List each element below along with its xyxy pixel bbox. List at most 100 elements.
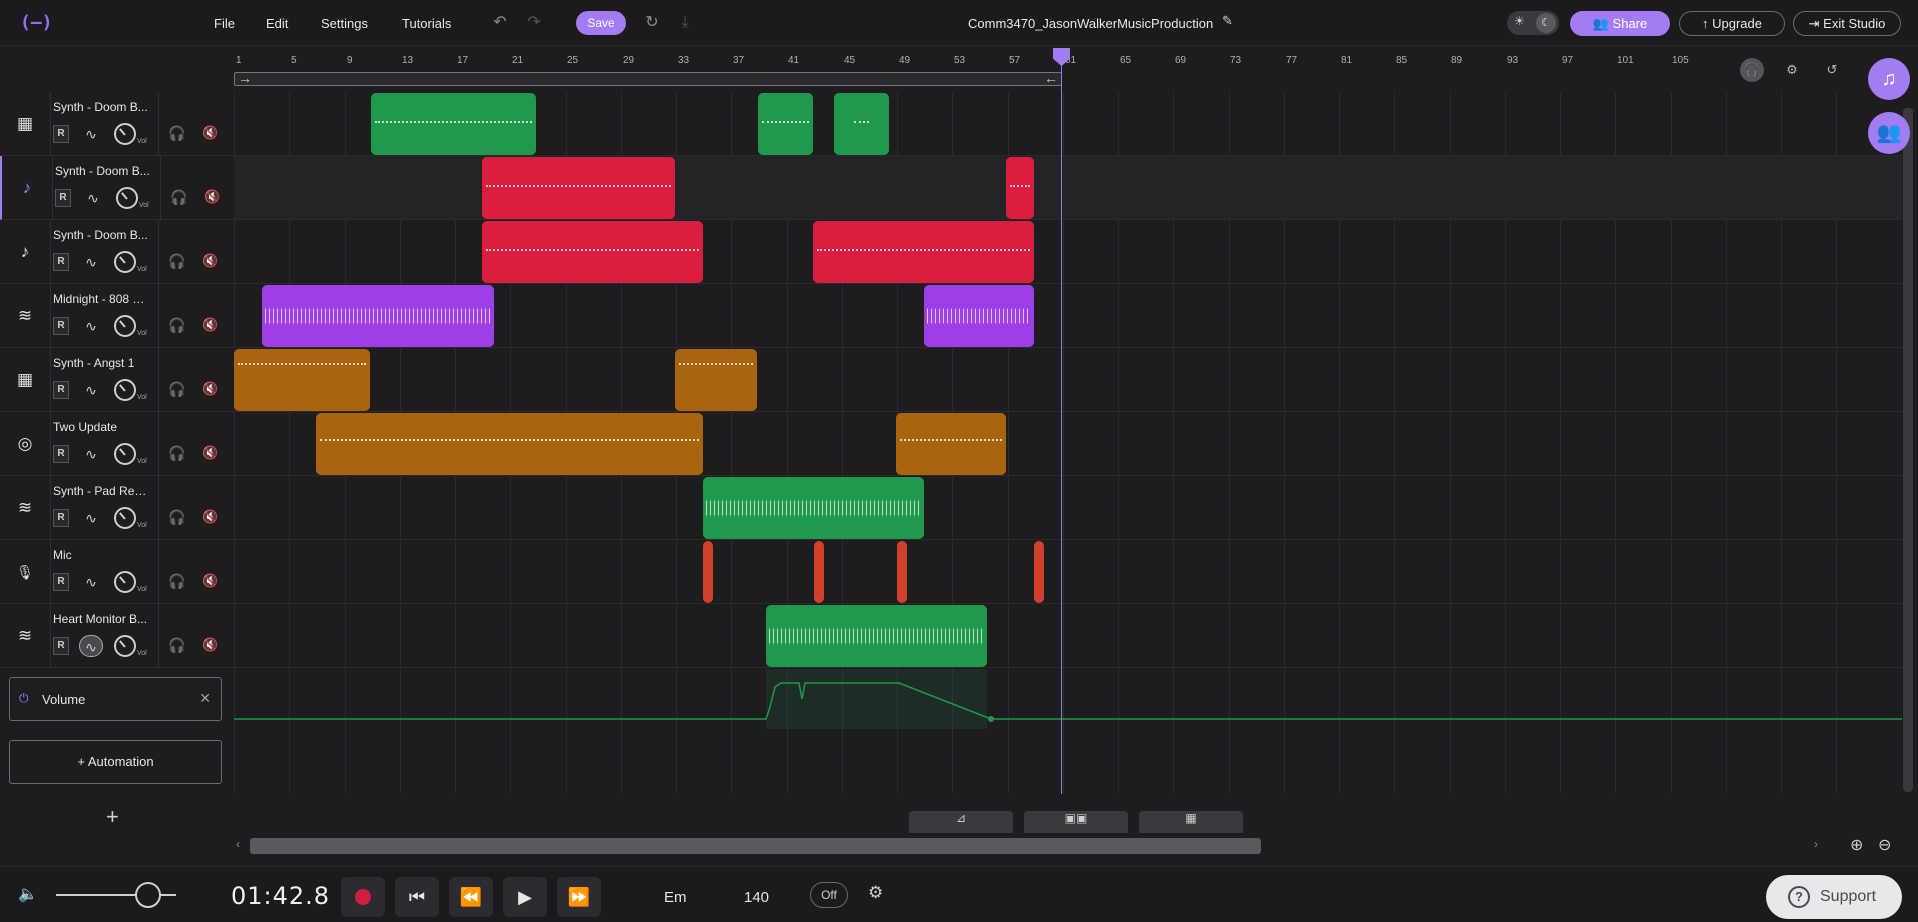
skip-to-start-button[interactable]: ⏮	[395, 877, 439, 917]
volume-knob[interactable]	[114, 251, 136, 273]
track-header[interactable]: ♪ Synth - Doom B... R ∿ Vol 🎧 🔇	[0, 156, 234, 220]
horizontal-scrollbar[interactable]	[250, 838, 1261, 854]
automation-icon[interactable]: ∿	[79, 379, 103, 401]
mute-icon[interactable]: 🔇	[202, 509, 218, 525]
project-title[interactable]: Comm3470_JasonWalkerMusicProduction	[968, 16, 1213, 31]
arrangement-area[interactable]	[234, 92, 1902, 794]
automation-icon[interactable]: ∿	[79, 315, 103, 337]
solo-headphones-icon[interactable]: 🎧	[168, 125, 185, 142]
audio-clip[interactable]	[924, 285, 1034, 347]
mute-icon[interactable]: 🔇	[202, 381, 218, 397]
menu-settings[interactable]: Settings	[321, 16, 368, 31]
record-arm-button[interactable]: R	[55, 189, 71, 207]
audio-clip[interactable]	[766, 605, 987, 667]
exit-studio-button[interactable]: ⇥ Exit Studio	[1793, 11, 1901, 36]
music-note-icon[interactable]: ♫	[1868, 58, 1910, 100]
track-name[interactable]: Synth - Doom B...	[53, 100, 149, 114]
midi-clip[interactable]	[482, 221, 703, 283]
track-name[interactable]: Synth - Doom B...	[55, 164, 151, 178]
mute-icon[interactable]: 🔇	[202, 125, 218, 141]
volume-knob[interactable]	[114, 315, 136, 337]
track-name[interactable]: Synth - Doom B...	[53, 228, 149, 242]
save-button[interactable]: Save	[576, 11, 626, 35]
track-header[interactable]: ≋ Midnight - 808 &... R ∿ Vol 🎧 🔇	[0, 284, 234, 348]
midi-clip[interactable]	[371, 93, 536, 155]
volume-knob[interactable]	[114, 571, 136, 593]
track-name[interactable]: Mic	[53, 548, 149, 562]
mute-icon[interactable]: 🔇	[202, 317, 218, 333]
automation-icon[interactable]: ∿	[79, 443, 103, 465]
timeline-ruler[interactable]: 1 5 9 13 17 21 25 29 33 37 41 45 49 53 5…	[234, 50, 1726, 92]
track-lane[interactable]	[234, 540, 1902, 604]
close-icon[interactable]: ✕	[199, 690, 211, 707]
loop-start-arrow-icon[interactable]: →	[238, 70, 252, 86]
solo-headphones-icon[interactable]: 🎧	[170, 189, 187, 206]
track-name[interactable]: Synth - Pad Ree...	[53, 484, 149, 498]
settings-gear-icon[interactable]: ⚙	[1780, 58, 1804, 82]
track-header[interactable]: ▦ Synth - Angst 1 R ∿ Vol 🎧 🔇	[0, 348, 234, 412]
midi-clip[interactable]	[234, 349, 370, 411]
automation-icon[interactable]: ∿	[79, 507, 103, 529]
solo-headphones-icon[interactable]: 🎧	[168, 509, 185, 526]
record-arm-button[interactable]: R	[53, 573, 69, 591]
tempo-display[interactable]: 140	[744, 889, 769, 906]
zoom-out-icon[interactable]: ⊖	[1878, 835, 1891, 855]
automation-lane-selector[interactable]: ⏻ Volume ✕	[9, 677, 222, 721]
view-tab-keyboard[interactable]: ▦	[1139, 811, 1243, 833]
theme-toggle[interactable]: ☀ ☾	[1507, 11, 1559, 35]
track-name[interactable]: Heart Monitor B...	[53, 612, 149, 626]
track-header[interactable]: ≋ Synth - Pad Ree... R ∿ Vol 🎧 🔇	[0, 476, 234, 540]
upgrade-button[interactable]: ↑ Upgrade	[1679, 11, 1785, 36]
automation-icon[interactable]: ∿	[79, 635, 103, 657]
menu-edit[interactable]: Edit	[266, 16, 288, 31]
midi-clip[interactable]	[896, 413, 1006, 475]
add-track-button[interactable]: +	[106, 804, 119, 830]
fast-forward-button[interactable]: ⏩	[557, 877, 601, 917]
midi-clip[interactable]	[316, 413, 703, 475]
undo-icon[interactable]: ↶	[489, 12, 511, 34]
audio-clip[interactable]	[703, 477, 924, 539]
menu-file[interactable]: File	[214, 16, 235, 31]
solo-headphones-icon[interactable]: 🎧	[168, 445, 185, 462]
track-header[interactable]: 🎙 Mic R ∿ Vol 🎧 🔇	[0, 540, 234, 604]
record-arm-button[interactable]: R	[53, 253, 69, 271]
automation-icon[interactable]: ∿	[79, 251, 103, 273]
automation-icon[interactable]: ∿	[81, 187, 105, 209]
scroll-left-icon[interactable]: ‹	[236, 837, 240, 851]
volume-knob[interactable]	[116, 187, 138, 209]
mute-icon[interactable]: 🔇	[202, 573, 218, 589]
metronome-toggle[interactable]: Off	[810, 882, 848, 908]
speaker-icon[interactable]: 🔈	[18, 884, 38, 904]
audio-clip[interactable]	[814, 541, 824, 603]
record-arm-button[interactable]: R	[53, 317, 69, 335]
key-selector[interactable]: Em	[664, 889, 687, 906]
volume-knob[interactable]	[114, 443, 136, 465]
volume-knob[interactable]	[114, 635, 136, 657]
volume-knob[interactable]	[114, 507, 136, 529]
view-tab-mixer[interactable]: ⊿	[909, 811, 1013, 833]
solo-headphones-icon[interactable]: 🎧	[168, 573, 185, 590]
loop-end-arrow-icon[interactable]: ←	[1044, 70, 1058, 86]
headphones-icon[interactable]: 🎧	[1740, 58, 1764, 82]
download-icon[interactable]: ⤓	[674, 12, 696, 34]
loop-region[interactable]: → ←	[234, 70, 1062, 86]
record-arm-button[interactable]: R	[53, 637, 69, 655]
midi-clip[interactable]	[834, 93, 889, 155]
audio-clip[interactable]	[703, 541, 713, 603]
record-arm-button[interactable]: R	[53, 509, 69, 527]
audio-clip[interactable]	[262, 285, 494, 347]
record-arm-button[interactable]: R	[53, 445, 69, 463]
transport-settings-icon[interactable]: ⚙	[868, 883, 883, 903]
midi-clip[interactable]	[758, 93, 813, 155]
vertical-scrollbar[interactable]	[1903, 108, 1913, 792]
track-header[interactable]: ◎ Two Update R ∿ Vol 🎧 🔇	[0, 412, 234, 476]
share-button[interactable]: 👥 Share	[1570, 11, 1670, 36]
track-lane[interactable]	[234, 348, 1902, 412]
solo-headphones-icon[interactable]: 🎧	[168, 381, 185, 398]
solo-headphones-icon[interactable]: 🎧	[168, 317, 185, 334]
solo-headphones-icon[interactable]: 🎧	[168, 637, 185, 654]
record-arm-button[interactable]: R	[53, 125, 69, 143]
track-lane[interactable]	[234, 604, 1902, 668]
automation-curve[interactable]	[234, 669, 1902, 749]
view-tab-editor[interactable]: ▣▣	[1024, 811, 1128, 833]
